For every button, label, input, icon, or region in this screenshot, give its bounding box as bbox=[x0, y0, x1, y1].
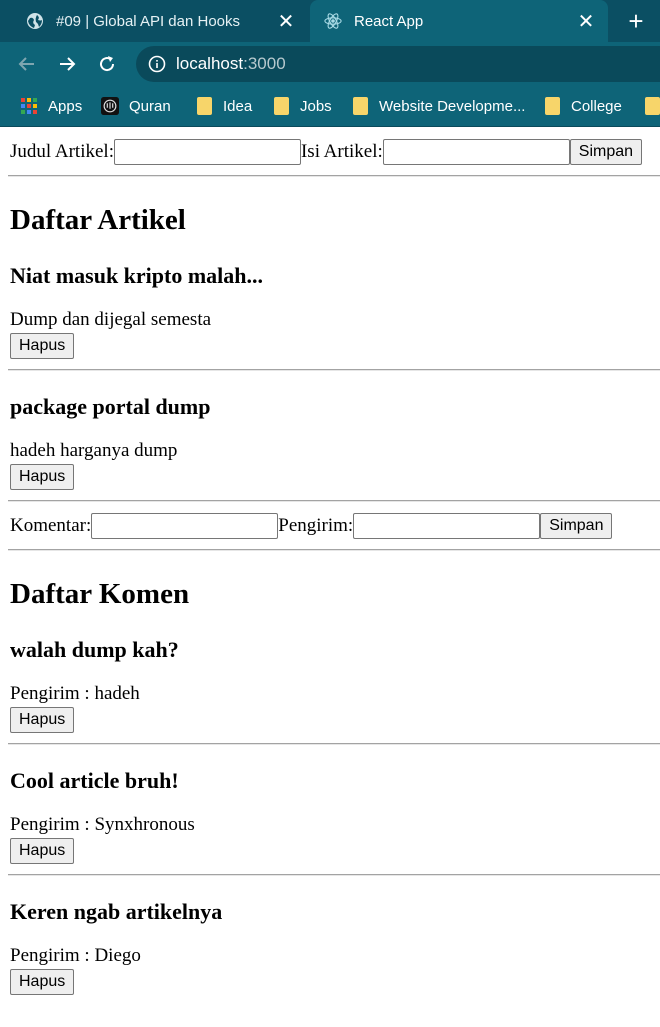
url-port: :3000 bbox=[243, 54, 286, 73]
delete-comment-button[interactable]: Hapus bbox=[10, 707, 75, 733]
save-article-button[interactable]: Simpan bbox=[569, 139, 643, 165]
tab-strip: #09 | Global API dan Hooks ✕ React App ✕… bbox=[0, 0, 660, 42]
divider bbox=[8, 743, 660, 744]
divider bbox=[8, 549, 660, 550]
folder-icon bbox=[351, 97, 369, 115]
react-icon bbox=[324, 12, 342, 30]
apps-grid-icon bbox=[20, 97, 38, 115]
folder-icon bbox=[195, 97, 213, 115]
comment-sender: Pengirim : hadeh bbox=[10, 683, 140, 704]
bookmarks-bar: Apps Quran Idea Jobs Website Developme..… bbox=[0, 86, 660, 127]
article-title-label: Judul Artikel: bbox=[10, 141, 114, 162]
comment-form: Komentar: Pengirim: Simpan bbox=[10, 511, 660, 541]
comment-text: Cool article bruh! bbox=[10, 768, 179, 793]
new-tab-button[interactable]: + bbox=[612, 0, 660, 42]
comment-sender: Pengirim : Synxhronous bbox=[10, 814, 195, 835]
article-title: package portal dump bbox=[10, 394, 211, 419]
divider bbox=[8, 369, 660, 370]
article-content-input[interactable] bbox=[382, 139, 570, 165]
bookmark-idea[interactable]: Idea bbox=[195, 86, 252, 126]
folder-icon bbox=[643, 97, 660, 115]
bookmark-jobs[interactable]: Jobs bbox=[272, 86, 332, 126]
article-content-label: Isi Artikel: bbox=[300, 141, 383, 162]
comment-text: Keren ngab artikelnya bbox=[10, 899, 223, 924]
folder-icon bbox=[272, 97, 290, 115]
comment-label: Komentar: bbox=[10, 515, 92, 536]
bookmark-label: Jobs bbox=[300, 97, 332, 115]
comment-input[interactable] bbox=[91, 513, 279, 539]
bookmark-overflow[interactable] bbox=[643, 86, 660, 126]
comment-sender: Pengirim : Diego bbox=[10, 945, 141, 966]
page-content: Judul Artikel: Isi Artikel: Simpan Dafta… bbox=[0, 137, 660, 995]
quran-icon bbox=[101, 97, 119, 115]
bookmark-website-development[interactable]: Website Developme... bbox=[351, 86, 525, 126]
divider bbox=[8, 500, 660, 501]
article-title-input[interactable] bbox=[113, 139, 301, 165]
info-icon[interactable] bbox=[148, 55, 166, 73]
divider bbox=[8, 175, 660, 176]
delete-comment-button[interactable]: Hapus bbox=[10, 838, 75, 864]
reload-icon[interactable] bbox=[94, 51, 120, 77]
close-tab-icon[interactable]: ✕ bbox=[274, 9, 298, 33]
bookmark-label: Website Developme... bbox=[379, 97, 526, 115]
save-comment-button[interactable]: Simpan bbox=[540, 513, 613, 539]
article-body: hadeh harganya dump bbox=[10, 440, 178, 461]
bookmark-label: Apps bbox=[48, 97, 83, 115]
bookmark-quran[interactable]: Quran bbox=[101, 86, 171, 126]
bookmark-apps[interactable]: Apps bbox=[20, 86, 82, 126]
bookmark-college[interactable]: College bbox=[543, 86, 622, 126]
article-title: Niat masuk kripto malah... bbox=[10, 263, 264, 288]
folder-icon bbox=[543, 97, 561, 115]
sender-label: Pengirim: bbox=[278, 515, 354, 536]
address-bar[interactable]: localhost:3000 bbox=[136, 46, 660, 82]
forward-icon[interactable] bbox=[54, 51, 80, 77]
tab-title: #09 | Global API dan Hooks bbox=[56, 12, 241, 30]
close-tab-icon[interactable]: ✕ bbox=[574, 9, 598, 33]
bookmark-label: Quran bbox=[129, 97, 171, 115]
url-host: localhost bbox=[176, 54, 244, 73]
bookmark-label: College bbox=[571, 97, 622, 115]
tab-title: React App bbox=[354, 12, 424, 30]
articles-heading: Daftar Artikel bbox=[10, 204, 186, 236]
divider bbox=[8, 874, 660, 875]
globe-icon bbox=[26, 12, 44, 30]
article-body: Dump dan dijegal semesta bbox=[10, 309, 212, 330]
back-icon[interactable] bbox=[14, 51, 40, 77]
article-form: Judul Artikel: Isi Artikel: Simpan bbox=[10, 137, 660, 167]
sender-input[interactable] bbox=[353, 513, 541, 539]
delete-comment-button[interactable]: Hapus bbox=[10, 969, 75, 995]
comments-heading: Daftar Komen bbox=[10, 578, 190, 610]
browser-toolbar: localhost:3000 bbox=[0, 42, 660, 86]
delete-article-button[interactable]: Hapus bbox=[10, 333, 75, 359]
tab-global-api[interactable]: #09 | Global API dan Hooks ✕ bbox=[0, 0, 308, 42]
comment-text: walah dump kah? bbox=[10, 637, 179, 662]
bookmark-label: Idea bbox=[223, 97, 253, 115]
delete-article-button[interactable]: Hapus bbox=[10, 464, 75, 490]
tab-react-app[interactable]: React App ✕ bbox=[310, 0, 608, 42]
